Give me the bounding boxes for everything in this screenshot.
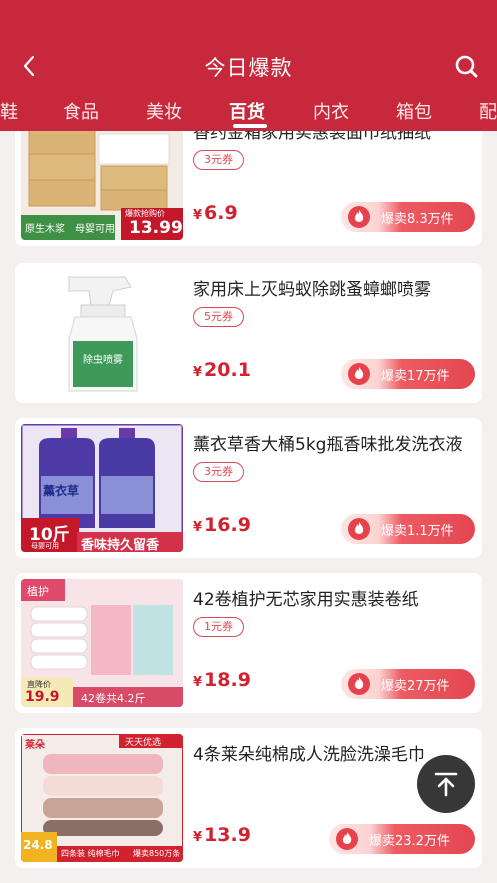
product-image: 莱朵 天天优选 24.8 四条装 纯棉毛巾 爆卖850万条 — [21, 734, 183, 862]
thumb-label: 香味持久留香 — [81, 538, 160, 552]
product-card[interactable]: 除虫喷雾 家用床上灭蚂蚁除跳蚤蟑螂喷雾 5元券 ¥20.1 爆卖17万件 — [15, 263, 482, 403]
tab-shoes[interactable]: 鞋 — [0, 98, 18, 124]
hot-sales-badge: 爆卖8.3万件 — [341, 202, 475, 232]
thumb-label: 42卷共4.2斤 — [81, 692, 146, 705]
spray-bottle-image — [21, 269, 183, 397]
product-card[interactable]: 植护 直降价 19.9 42卷共4.2斤 42卷植护无芯家用实惠装卷纸 1元券 … — [15, 573, 482, 713]
thumb-price: 24.8 — [23, 838, 53, 852]
hot-sales-label: 爆卖17万件 — [381, 369, 450, 384]
thumb-label: 四条装 纯棉毛巾 — [61, 849, 120, 858]
tab-beauty[interactable]: 美妆 — [146, 98, 182, 124]
thumb-label: 薰衣草 — [43, 484, 80, 498]
product-price: ¥16.9 — [193, 514, 251, 536]
hot-sales-badge: 爆卖1.1万件 — [341, 514, 475, 544]
thumb-label: 除虫喷雾 — [83, 355, 123, 366]
tab-bags[interactable]: 箱包 — [396, 98, 432, 124]
active-tab-indicator — [233, 124, 267, 128]
thumb-label: 原生木浆 — [25, 224, 65, 235]
thumb-label: 天天优选 — [125, 738, 162, 748]
category-tabs: 鞋 食品 美妆 百货 内衣 箱包 配 — [0, 94, 497, 128]
product-card[interactable]: 莱朵 天天优选 24.8 四条装 纯棉毛巾 爆卖850万条 4条莱朵纯棉成人洗脸… — [15, 728, 482, 868]
page-title: 今日爆款 — [204, 56, 293, 80]
product-image: 除虫喷雾 — [21, 269, 183, 397]
product-price: ¥20.1 — [193, 359, 251, 381]
search-button[interactable] — [450, 50, 484, 84]
tab-underwear[interactable]: 内衣 — [313, 98, 349, 124]
thumb-label: 母婴可用 — [75, 224, 115, 235]
hot-sales-label: 爆卖8.3万件 — [381, 212, 454, 227]
fire-icon — [348, 518, 370, 540]
product-price: ¥6.9 — [193, 202, 238, 224]
fire-icon — [348, 363, 370, 385]
coupon-badge: 1元券 — [193, 617, 244, 637]
back-to-top-button[interactable] — [417, 755, 475, 813]
product-title: 薰衣草香大桶5kg瓶香味批发洗衣液 — [193, 435, 463, 455]
product-price: ¥13.9 — [193, 824, 251, 846]
hot-sales-label: 爆卖1.1万件 — [381, 524, 454, 539]
coupon-badge: 3元券 — [193, 462, 244, 482]
tab-accessories[interactable]: 配 — [479, 98, 497, 124]
hot-sales-badge: 爆卖23.2万件 — [329, 824, 475, 854]
coupon-badge: 3元券 — [193, 150, 244, 170]
thumb-price: 19.9 — [25, 689, 60, 705]
thumb-price: 13.99 — [129, 218, 183, 238]
product-title: 42卷植护无芯家用实惠装卷纸 — [193, 590, 419, 610]
product-image: 原生木浆 母婴可用 爆款抢购价 13.99 — [21, 131, 183, 240]
search-icon — [455, 55, 478, 78]
product-price: ¥18.9 — [193, 669, 251, 691]
thumb-label: 植护 — [27, 585, 49, 598]
thumb-label: 爆卖850万条 — [133, 849, 181, 858]
tab-food[interactable]: 食品 — [63, 98, 99, 124]
hot-sales-badge: 爆卖17万件 — [341, 359, 475, 389]
product-title: 家用床上灭蚂蚁除跳蚤蟑螂喷雾 — [193, 280, 431, 300]
product-title: 香约金箱家用实惠装面巾纸抽纸 — [193, 131, 431, 143]
coupon-badge: 5元券 — [193, 307, 244, 327]
product-card[interactable]: 原生木浆 母婴可用 爆款抢购价 13.99 香约金箱家用实惠装面巾纸抽纸 3元券… — [15, 131, 482, 246]
product-card[interactable]: 薰衣草 10斤 母婴可用 香味持久留香 薰衣草香大桶5kg瓶香味批发洗衣液 3元… — [15, 418, 482, 558]
product-image: 薰衣草 10斤 母婴可用 香味持久留香 — [21, 424, 183, 552]
tab-daily-goods[interactable]: 百货 — [229, 98, 265, 124]
back-to-top-icon — [434, 772, 458, 797]
thumb-label: 莱朵 — [25, 740, 45, 751]
hot-sales-label: 爆卖27万件 — [381, 679, 450, 694]
fire-icon — [348, 206, 370, 228]
fire-icon — [336, 828, 358, 850]
hot-sales-badge: 爆卖27万件 — [341, 669, 475, 699]
header-bar: 今日爆款 鞋 食品 美妆 百货 内衣 箱包 配 — [0, 0, 497, 131]
thumb-label: 母婴可用 — [31, 542, 59, 550]
product-image: 植护 直降价 19.9 42卷共4.2斤 — [21, 579, 183, 707]
hot-sales-label: 爆卖23.2万件 — [369, 834, 450, 849]
fire-icon — [348, 673, 370, 695]
